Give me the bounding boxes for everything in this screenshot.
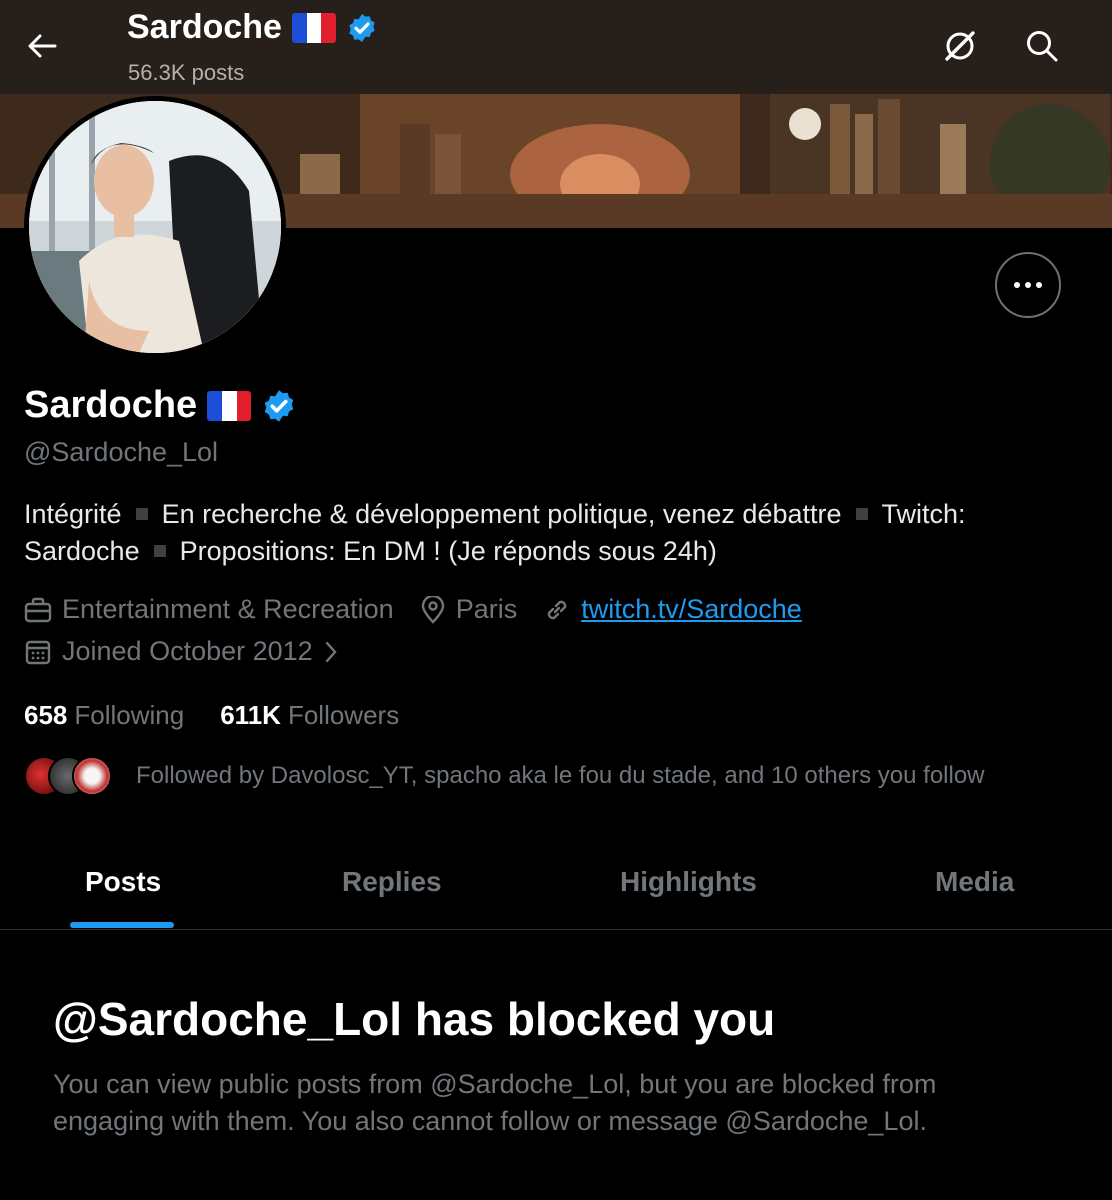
display-name: Sardoche [24, 384, 198, 426]
bio-part: Propositions: En DM ! (Je réponds sous 2… [179, 536, 717, 566]
verified-badge-icon [349, 13, 375, 42]
joined-text: Joined October 2012 [62, 636, 313, 666]
bio-separator [153, 545, 166, 557]
calendar-icon [25, 640, 51, 664]
mini-avatar [72, 756, 112, 796]
link-icon [547, 600, 567, 619]
top-bar: Sardoche 56.3K posts [0, 0, 1112, 94]
profile-bio: Intégrité En recherche & développement po… [24, 496, 1084, 570]
follow-counts: 658 Following 611K Followers [24, 700, 399, 731]
category-item: Entertainment & Recreation [24, 594, 394, 625]
tab-highlights[interactable]: Highlights [620, 866, 757, 898]
followed-by-text: Followed by Davolosc_YT, spacho aka le f… [136, 762, 985, 789]
header-name: Sardoche [127, 8, 282, 46]
back-button[interactable] [22, 26, 62, 66]
profile-avatar[interactable] [24, 96, 286, 358]
grok-icon [945, 31, 975, 61]
back-arrow-icon [28, 34, 57, 58]
briefcase-icon [24, 597, 52, 622]
blocked-title: @Sardoche_Lol has blocked you [53, 993, 776, 1045]
tab-replies[interactable]: Replies [342, 866, 442, 898]
blocked-message: You can view public posts from @Sardoche… [53, 1069, 937, 1136]
profile-name: Sardoche [24, 384, 297, 427]
ellipsis-icon-dot [1036, 282, 1042, 288]
ellipsis-icon-dot [1014, 282, 1020, 288]
profile-joined-row[interactable]: Joined October 2012 [24, 636, 365, 667]
followers-count: 611K [220, 700, 281, 730]
chevron-right-icon [325, 641, 337, 662]
bio-part: En recherche & développement politique, … [161, 499, 842, 529]
website-link[interactable]: twitch.tv/Sardoche [581, 594, 802, 625]
profile-tabs: Posts Replies Highlights Media [0, 836, 1112, 930]
profile-meta-row: Entertainment & Recreation Paris twitch.… [24, 594, 828, 625]
more-options-button[interactable] [995, 252, 1061, 318]
active-tab-indicator [70, 922, 174, 928]
category-text: Entertainment & Recreation [62, 594, 394, 624]
france-flag-icon [207, 390, 252, 421]
search-button[interactable] [1020, 24, 1064, 68]
following-link[interactable]: 658 Following [24, 700, 184, 731]
header-title: Sardoche [127, 8, 378, 47]
location-item: Paris [420, 594, 518, 625]
bio-separator [855, 508, 868, 520]
tab-posts[interactable]: Posts [85, 866, 161, 898]
avatar-photo [29, 101, 281, 353]
followed-by-row[interactable]: Followed by Davolosc_YT, spacho aka le f… [24, 754, 985, 798]
posts-count: 56.3K posts [128, 60, 245, 85]
website-item[interactable]: twitch.tv/Sardoche [543, 594, 802, 625]
grok-button[interactable] [938, 24, 982, 68]
joined-item[interactable]: Joined October 2012 [24, 636, 339, 667]
followers-link[interactable]: 611K Followers [220, 700, 399, 731]
location-pin-icon [421, 595, 444, 624]
search-icon [1027, 31, 1058, 62]
bio-separator [135, 508, 148, 520]
followed-by-avatars [24, 754, 124, 798]
location-text: Paris [455, 594, 518, 624]
france-flag-icon [291, 12, 336, 43]
profile-handle: @Sardoche_Lol [24, 437, 219, 467]
ellipsis-icon-dot [1025, 282, 1031, 288]
verified-badge-icon[interactable] [261, 388, 297, 424]
following-label: Following [74, 700, 185, 730]
followers-label: Followers [287, 700, 400, 730]
tab-media[interactable]: Media [935, 866, 1014, 898]
bio-part: Intégrité [24, 499, 122, 529]
following-count: 658 [24, 700, 68, 730]
